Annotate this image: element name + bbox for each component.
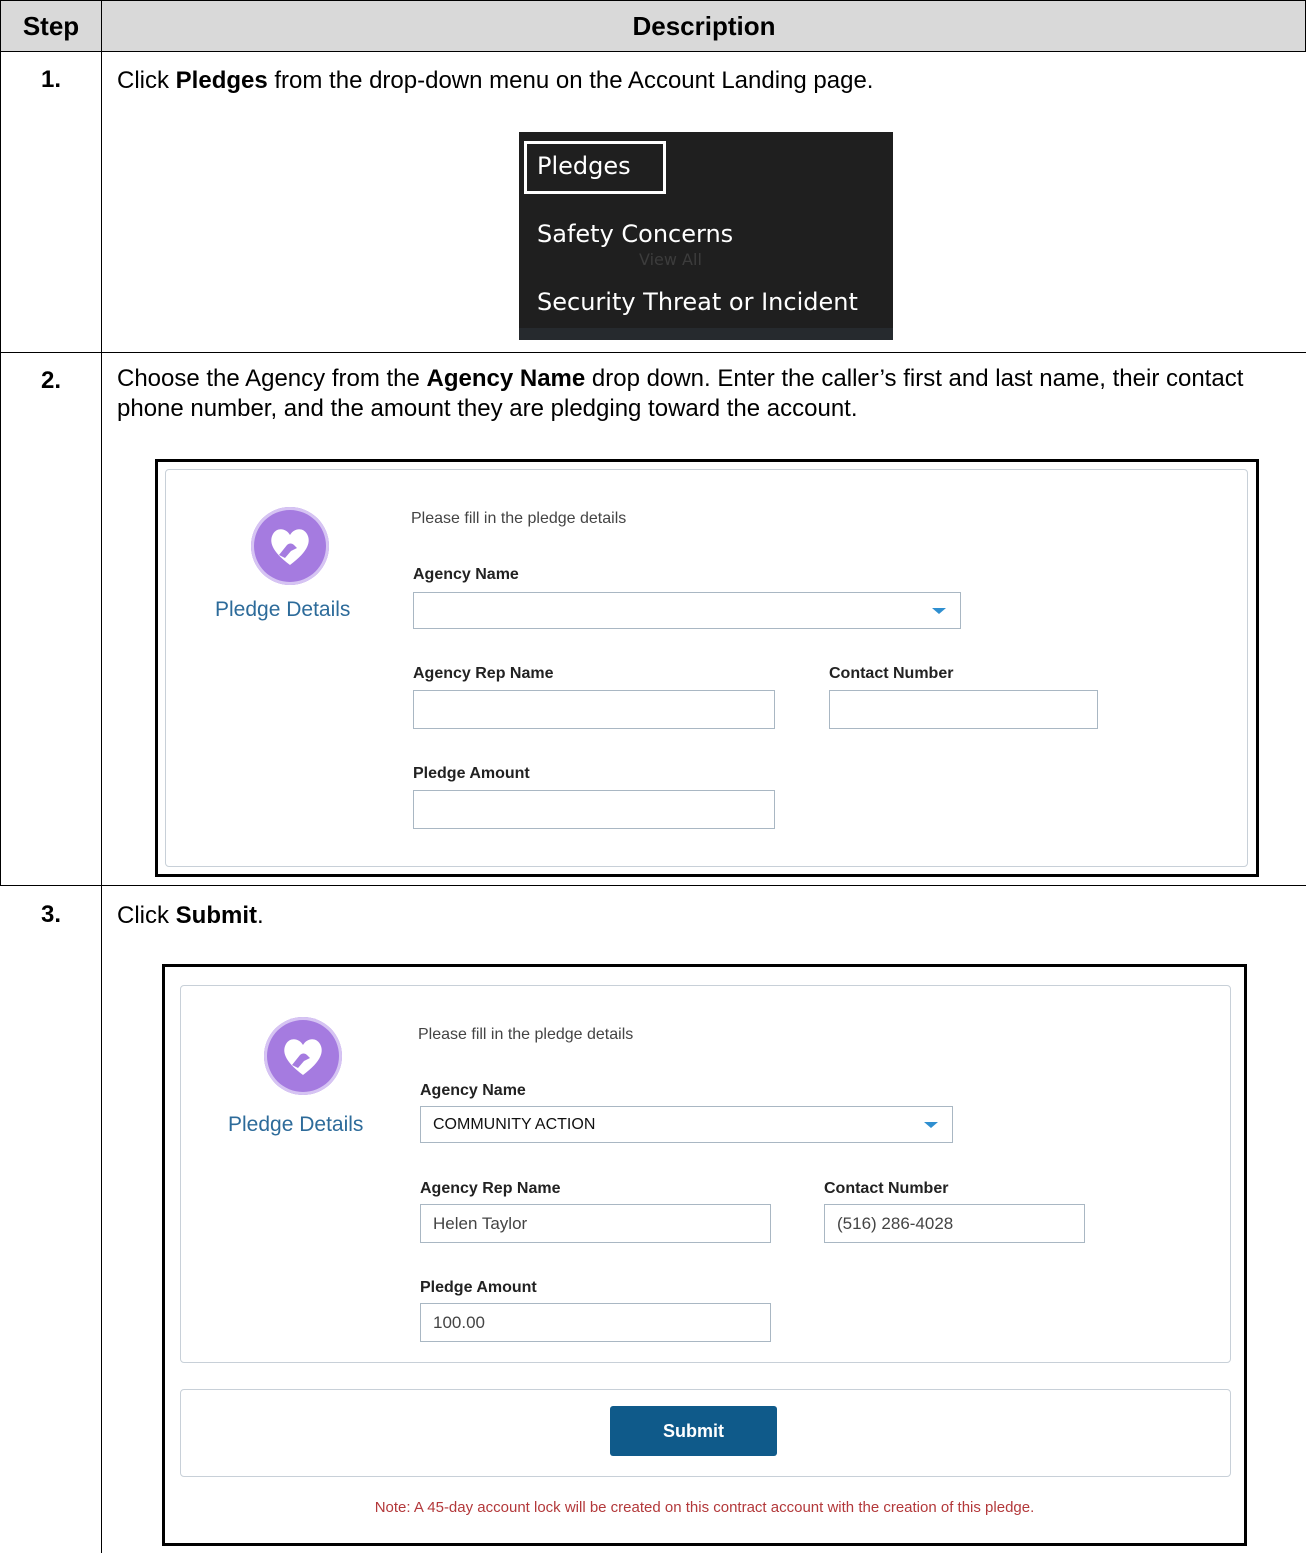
contact-number-field[interactable]	[829, 690, 1098, 729]
pledge-amount-label: Pledge Amount	[420, 1279, 537, 1296]
menu-item-pledges[interactable]: Pledges	[537, 152, 631, 180]
rep-name-label: Agency Rep Name	[413, 665, 554, 682]
dropdown-menu: Pledges View All Safety Concerns Securit…	[519, 132, 893, 340]
header-step: Step	[1, 1, 101, 51]
step-description: Click Pledges from the drop-down menu on…	[117, 67, 874, 94]
pledge-details-card: Pledge Details Please fill in the pledge…	[165, 469, 1248, 867]
chevron-down-icon	[932, 607, 946, 614]
contact-number-field[interactable]: (516) 286-4028	[824, 1204, 1085, 1243]
form-screenshot: Pledge Details Please fill in the pledge…	[162, 964, 1247, 1546]
pledge-amount-field[interactable]: 100.00	[420, 1303, 771, 1342]
row-divider	[0, 885, 1306, 886]
rep-name-field[interactable]	[413, 690, 775, 729]
header-description: Description	[102, 1, 1306, 51]
submit-button[interactable]: Submit	[610, 1406, 777, 1456]
header-step-label: Step	[22, 10, 80, 41]
pledge-amount-value: 100.00	[433, 1312, 485, 1332]
chevron-down-icon	[924, 1121, 938, 1128]
agency-name-select[interactable]: COMMUNITY ACTION	[420, 1106, 953, 1143]
agency-name-value: COMMUNITY ACTION	[433, 1115, 596, 1133]
step-number: 3.	[40, 901, 61, 928]
section-label: Pledge Details	[228, 1113, 364, 1136]
agency-name-select[interactable]	[413, 592, 961, 629]
rep-name-value: Helen Taylor	[433, 1213, 528, 1233]
agency-name-label: Agency Name	[420, 1082, 526, 1099]
form-intro: Please fill in the pledge details	[418, 1026, 634, 1043]
step-description: Choose the Agency from the Agency Name d…	[117, 365, 1244, 422]
table-border-top	[0, 0, 1306, 1]
rep-name-label: Agency Rep Name	[420, 1180, 561, 1197]
instruction-table: Step Description 1. Click Pledges from t…	[0, 0, 1306, 1553]
pledge-details-card: Pledge Details Please fill in the pledge…	[180, 985, 1231, 1363]
pledge-heart-icon	[251, 507, 329, 585]
row-divider	[0, 51, 1306, 52]
account-lock-note: Note: A 45-day account lock will be crea…	[374, 1499, 1035, 1516]
step-description: Click Submit.	[117, 902, 264, 929]
step-number: 2.	[40, 367, 61, 394]
pledge-heart-icon	[264, 1017, 342, 1095]
rep-name-field[interactable]: Helen Taylor	[420, 1204, 771, 1243]
header-description-label: Description	[632, 10, 776, 41]
table-border-left	[0, 0, 1, 885]
agency-name-label: Agency Name	[413, 566, 519, 583]
contact-number-value: (516) 286-4028	[837, 1213, 954, 1233]
pledge-amount-field[interactable]	[413, 790, 775, 829]
menu-footer-bar	[519, 328, 893, 340]
contact-number-label: Contact Number	[829, 665, 954, 682]
menu-item-security-threat[interactable]: Security Threat or Incident	[537, 288, 858, 316]
form-intro: Please fill in the pledge details	[411, 510, 627, 527]
pledge-amount-label: Pledge Amount	[413, 765, 530, 782]
row-divider	[0, 352, 1306, 353]
form-screenshot: Pledge Details Please fill in the pledge…	[155, 459, 1259, 877]
section-label: Pledge Details	[215, 598, 351, 621]
ghost-text: View All	[639, 250, 702, 269]
contact-number-label: Contact Number	[824, 1180, 949, 1197]
step-number: 1.	[40, 66, 61, 93]
submit-card: Submit	[180, 1389, 1231, 1477]
column-divider	[101, 0, 102, 1553]
menu-item-safety-concerns[interactable]: Safety Concerns	[537, 220, 733, 248]
